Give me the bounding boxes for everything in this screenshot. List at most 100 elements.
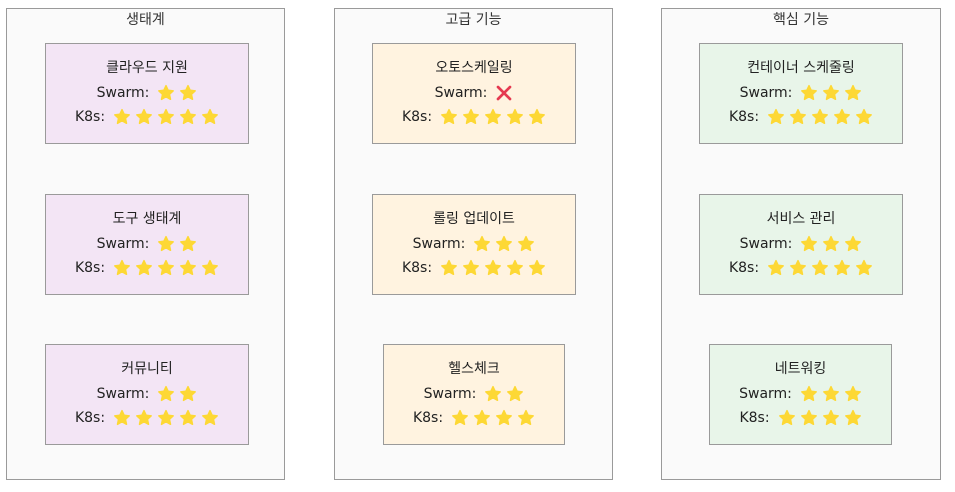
- star-icon: [441, 108, 457, 125]
- star-icon: [136, 259, 152, 276]
- group-title: 핵심 기능: [773, 12, 829, 28]
- star-icon: [441, 259, 457, 276]
- k8s-rating: [440, 108, 546, 126]
- star-icon: [136, 108, 152, 125]
- group-advanced-features: 고급 기능 오토스케일링 Swarm: K8s: 롤링 업데이트 Swarm: …: [334, 8, 613, 480]
- star-icon: [529, 259, 545, 276]
- k8s-label: K8s:: [412, 410, 444, 426]
- star-icon: [180, 259, 196, 276]
- feature-card-cloud-support: 클라우드 지원 Swarm: K8s:: [45, 43, 249, 144]
- star-icon: [180, 409, 196, 426]
- k8s-rating-row: K8s:: [46, 107, 248, 127]
- swarm-label: Swarm:: [423, 386, 477, 402]
- k8s-label: K8s:: [74, 410, 106, 426]
- star-icon: [844, 385, 861, 402]
- star-icon: [136, 409, 152, 426]
- swarm-label: Swarm:: [434, 85, 488, 101]
- k8s-rating-row: K8s:: [710, 408, 891, 428]
- swarm-rating-row: Swarm:: [373, 83, 575, 103]
- k8s-rating-row: K8s:: [373, 258, 575, 278]
- k8s-rating-row: K8s:: [384, 408, 564, 428]
- swarm-rating: [157, 385, 197, 403]
- k8s-rating: [113, 259, 219, 277]
- star-icon: [856, 108, 872, 125]
- star-icon: [485, 108, 501, 125]
- swarm-rating: [157, 235, 197, 253]
- k8s-label: K8s:: [728, 260, 760, 276]
- swarm-rating: [495, 84, 513, 102]
- feature-card-service-management: 서비스 관리 Swarm: K8s:: [699, 194, 903, 295]
- star-icon: [158, 108, 174, 125]
- star-icon: [507, 385, 524, 402]
- swarm-rating-row: Swarm:: [700, 83, 902, 103]
- swarm-label: Swarm:: [96, 386, 150, 402]
- k8s-rating: [113, 409, 219, 427]
- star-icon: [485, 385, 502, 402]
- k8s-rating: [113, 108, 219, 126]
- swarm-label: Swarm:: [739, 236, 793, 252]
- star-icon: [202, 259, 218, 276]
- swarm-label: Swarm:: [96, 236, 150, 252]
- feature-title: 롤링 업데이트: [433, 211, 515, 227]
- star-icon: [834, 108, 850, 125]
- star-icon: [463, 108, 479, 125]
- star-icon: [529, 108, 545, 125]
- star-icon: [518, 235, 535, 252]
- star-icon: [158, 409, 174, 426]
- swarm-label: Swarm:: [739, 85, 793, 101]
- k8s-label: K8s:: [401, 260, 433, 276]
- swarm-rating: [157, 84, 197, 102]
- swarm-label: Swarm:: [96, 85, 150, 101]
- swarm-rating-row: Swarm:: [710, 384, 891, 404]
- cross-icon: [497, 85, 512, 101]
- swarm-rating-row: Swarm:: [46, 83, 248, 103]
- star-icon: [822, 409, 839, 426]
- star-icon: [180, 385, 197, 402]
- k8s-rating-row: K8s:: [700, 258, 902, 278]
- star-icon: [801, 235, 818, 252]
- star-icon: [507, 108, 523, 125]
- swarm-rating-row: Swarm:: [46, 234, 248, 254]
- swarm-rating: [800, 84, 862, 102]
- star-icon: [463, 259, 479, 276]
- k8s-rating-row: K8s:: [46, 408, 248, 428]
- swarm-rating-row: Swarm:: [46, 384, 248, 404]
- star-icon: [496, 235, 513, 252]
- star-icon: [778, 409, 795, 426]
- k8s-label: K8s:: [728, 109, 760, 125]
- star-icon: [114, 108, 130, 125]
- star-icon: [158, 259, 174, 276]
- swarm-label: Swarm:: [739, 386, 792, 402]
- star-icon: [485, 259, 501, 276]
- feature-title: 오토스케일링: [435, 60, 513, 76]
- feature-title: 도구 생태계: [112, 211, 182, 227]
- star-icon: [790, 108, 806, 125]
- feature-card-tool-ecosystem: 도구 생태계 Swarm: K8s:: [45, 194, 249, 295]
- star-icon: [790, 259, 806, 276]
- group-ecosystem: 생태계 클라우드 지원 Swarm: K8s: 도구 생태계 Swarm: K8…: [6, 8, 285, 480]
- star-icon: [158, 235, 175, 252]
- star-icon: [114, 409, 130, 426]
- k8s-rating: [767, 108, 873, 126]
- swarm-rating-row: Swarm:: [384, 384, 564, 404]
- star-icon: [856, 259, 872, 276]
- group-title: 생태계: [126, 12, 165, 28]
- group-title: 고급 기능: [445, 12, 502, 28]
- star-icon: [474, 235, 491, 252]
- k8s-rating-row: K8s:: [46, 258, 248, 278]
- star-icon: [800, 409, 817, 426]
- feature-title: 컨테이너 스케줄링: [747, 60, 855, 76]
- star-icon: [801, 84, 818, 101]
- star-icon: [158, 385, 175, 402]
- star-icon: [822, 385, 839, 402]
- k8s-rating-row: K8s:: [373, 107, 575, 127]
- k8s-rating-row: K8s:: [700, 107, 902, 127]
- k8s-label: K8s:: [739, 410, 770, 426]
- star-icon: [812, 108, 828, 125]
- k8s-rating: [778, 409, 862, 427]
- k8s-rating: [440, 259, 546, 277]
- star-icon: [180, 84, 197, 101]
- feature-title: 네트워킹: [774, 361, 827, 377]
- star-icon: [496, 409, 512, 426]
- star-icon: [768, 108, 784, 125]
